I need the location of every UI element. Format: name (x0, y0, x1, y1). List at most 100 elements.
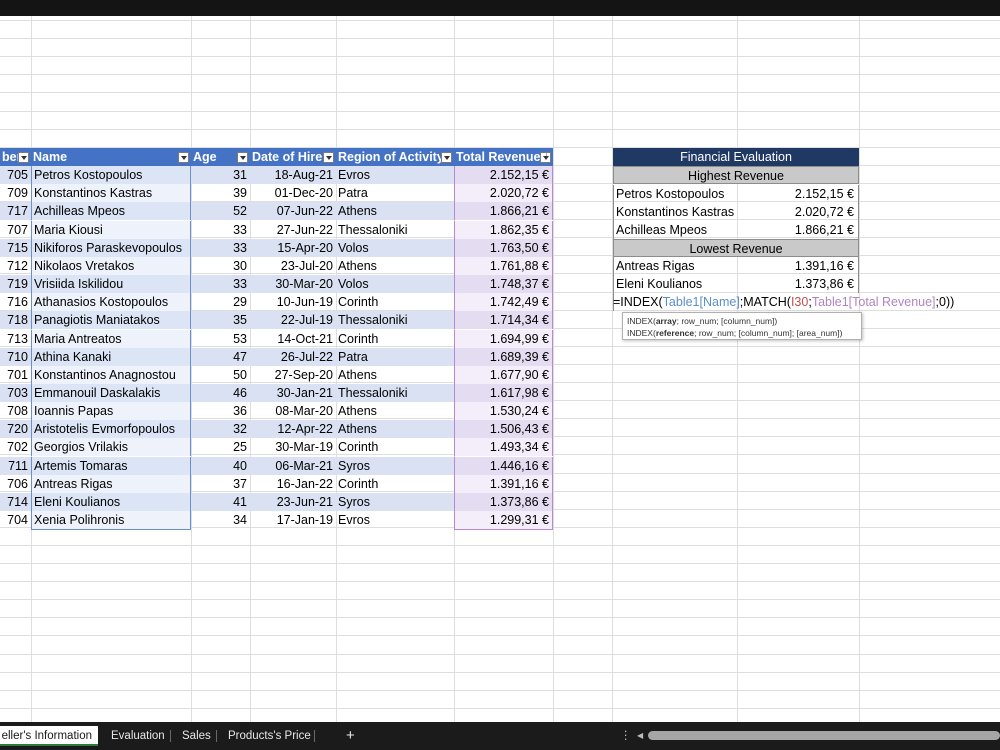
filter-dropdown-icon[interactable] (441, 152, 452, 163)
table-cell-col-number[interactable]: 702 (0, 438, 31, 456)
table-cell-col-date-of-hire[interactable]: 07-Jun-22 (250, 202, 336, 220)
table-cell-col-age[interactable]: 50 (191, 366, 250, 384)
table-cell-col-number[interactable]: 713 (0, 330, 31, 348)
table-cell-col-name[interactable]: Konstantinos Anagnostou (31, 366, 191, 384)
table-cell-col-total-revenue[interactable]: 1.506,43 € (454, 420, 553, 438)
table-cell-col-age[interactable]: 29 (191, 293, 250, 311)
table-cell-col-region[interactable]: Thessaloniki (336, 384, 454, 402)
table-cell-col-age[interactable]: 36 (191, 402, 250, 420)
table-cell-col-region[interactable]: Evros (336, 511, 454, 529)
table-cell-col-name[interactable]: Emmanouil Daskalakis (31, 384, 191, 402)
table-cell-col-total-revenue[interactable]: 1.689,39 € (454, 348, 553, 366)
table-cell-col-region[interactable]: Patra (336, 184, 454, 202)
table-cell-col-name[interactable]: Athanasios Kostopoulos (31, 293, 191, 311)
table-cell-col-total-revenue[interactable]: 1.862,35 € (454, 221, 553, 239)
table-cell-col-name[interactable]: Konstantinos Kastras (31, 184, 191, 202)
table-cell-col-number[interactable]: 705 (0, 166, 31, 184)
table-cell-col-region[interactable]: Athens (336, 402, 454, 420)
table-cell-col-region[interactable]: Thessaloniki (336, 221, 454, 239)
tooltip-line-reference[interactable]: INDEX(reference; row_num; [column_num]; … (627, 327, 857, 339)
table-cell-col-age[interactable]: 34 (191, 511, 250, 529)
tooltip-line-array[interactable]: INDEX(array; row_num; [column_num]) (627, 315, 857, 327)
table-cell-col-region[interactable]: Volos (336, 275, 454, 293)
evaluation-row[interactable]: Antreas Rigas 1.391,16 € (613, 257, 859, 275)
table-cell-col-name[interactable]: Georgios Vrilakis (31, 438, 191, 456)
table-cell-col-age[interactable]: 47 (191, 348, 250, 366)
table-cell-col-total-revenue[interactable]: 2.152,15 € (454, 166, 553, 184)
table-cell-col-number[interactable]: 704 (0, 511, 31, 529)
table-cell-col-region[interactable]: Corinth (336, 293, 454, 311)
tab-products-price[interactable]: Products's Price (228, 726, 311, 746)
table-cell-col-region[interactable]: Athens (336, 202, 454, 220)
table-cell-col-age[interactable]: 37 (191, 475, 250, 493)
horizontal-scrollbar[interactable] (648, 731, 1000, 740)
table-cell-col-age[interactable]: 52 (191, 202, 250, 220)
table-cell-col-age[interactable]: 40 (191, 457, 250, 475)
table-cell-col-age[interactable]: 32 (191, 420, 250, 438)
filter-dropdown-icon[interactable] (237, 152, 248, 163)
table-cell-col-name[interactable]: Vrisiida Iskilidou (31, 275, 191, 293)
filter-dropdown-icon[interactable] (18, 152, 29, 163)
table-cell-col-name[interactable]: Ioannis Papas (31, 402, 191, 420)
table-cell-col-region[interactable]: Corinth (336, 330, 454, 348)
table-cell-col-name[interactable]: Maria Kiousi (31, 221, 191, 239)
table-cell-col-date-of-hire[interactable]: 06-Mar-21 (250, 457, 336, 475)
table-cell-col-date-of-hire[interactable]: 17-Jan-19 (250, 511, 336, 529)
table-cell-col-region[interactable]: Syros (336, 493, 454, 511)
table-cell-col-total-revenue[interactable]: 1.761,88 € (454, 257, 553, 275)
table-cell-col-total-revenue[interactable]: 1.677,90 € (454, 366, 553, 384)
table-cell-col-name[interactable]: Panagiotis Maniatakos (31, 311, 191, 329)
table-cell-col-number[interactable]: 703 (0, 384, 31, 402)
table-cell-col-date-of-hire[interactable]: 27-Jun-22 (250, 221, 336, 239)
table-cell-col-number[interactable]: 717 (0, 202, 31, 220)
table-cell-col-total-revenue[interactable]: 1.748,37 € (454, 275, 553, 293)
table-cell-col-age[interactable]: 33 (191, 221, 250, 239)
table-cell-col-number[interactable]: 718 (0, 311, 31, 329)
filter-dropdown-icon[interactable] (178, 152, 189, 163)
table-cell-col-total-revenue[interactable]: 1.373,86 € (454, 493, 553, 511)
table-cell-col-date-of-hire[interactable]: 26-Jul-22 (250, 348, 336, 366)
table-cell-col-region[interactable]: Syros (336, 457, 454, 475)
table-cell-col-total-revenue[interactable]: 1.299,31 € (454, 511, 553, 529)
table-cell-col-number[interactable]: 715 (0, 239, 31, 257)
table-cell-col-number[interactable]: 719 (0, 275, 31, 293)
evaluation-row[interactable]: Petros Kostopoulos 2.152,15 € (613, 185, 859, 203)
table-cell-col-total-revenue[interactable]: 1.446,16 € (454, 457, 553, 475)
evaluation-row[interactable]: Eleni Koulianos 1.373,86 € (613, 275, 859, 293)
table-cell-col-number[interactable]: 711 (0, 457, 31, 475)
table-cell-col-total-revenue[interactable]: 1.530,24 € (454, 402, 553, 420)
table-cell-col-total-revenue[interactable]: 1.742,49 € (454, 293, 553, 311)
table-cell-col-date-of-hire[interactable]: 08-Mar-20 (250, 402, 336, 420)
add-sheet-button[interactable]: + (346, 726, 355, 746)
sort-dropdown-icon[interactable] (540, 150, 551, 163)
table-cell-col-total-revenue[interactable]: 1.493,34 € (454, 438, 553, 456)
table-cell-col-region[interactable]: Athens (336, 366, 454, 384)
table-cell-col-age[interactable]: 41 (191, 493, 250, 511)
table-cell-col-name[interactable]: Petros Kostopoulos (31, 166, 191, 184)
table-cell-col-region[interactable]: Volos (336, 239, 454, 257)
tab-sellers-information[interactable]: eller's Information (0, 726, 98, 746)
table-cell-col-region[interactable]: Athens (336, 420, 454, 438)
table-cell-col-age[interactable]: 31 (191, 166, 250, 184)
table-cell-col-total-revenue[interactable]: 1.694,99 € (454, 330, 553, 348)
table-cell-col-number[interactable]: 707 (0, 221, 31, 239)
table-cell-col-total-revenue[interactable]: 1.617,98 € (454, 384, 553, 402)
table-cell-col-name[interactable]: Nikolaos Vretakos (31, 257, 191, 275)
table-cell-col-age[interactable]: 53 (191, 330, 250, 348)
table-cell-col-date-of-hire[interactable]: 23-Jun-21 (250, 493, 336, 511)
scroll-left-icon[interactable]: ◀ (637, 726, 643, 746)
table-cell-col-name[interactable]: Athina Kanaki (31, 348, 191, 366)
table-cell-col-total-revenue[interactable]: 1.866,21 € (454, 202, 553, 220)
table-cell-col-age[interactable]: 39 (191, 184, 250, 202)
table-cell-col-name[interactable]: Antreas Rigas (31, 475, 191, 493)
table-cell-col-date-of-hire[interactable]: 23-Jul-20 (250, 257, 336, 275)
table-cell-col-date-of-hire[interactable]: 14-Oct-21 (250, 330, 336, 348)
table-cell-col-number[interactable]: 714 (0, 493, 31, 511)
table-cell-col-total-revenue[interactable]: 2.020,72 € (454, 184, 553, 202)
table-cell-col-name[interactable]: Eleni Koulianos (31, 493, 191, 511)
table-cell-col-age[interactable]: 46 (191, 384, 250, 402)
table-cell-col-date-of-hire[interactable]: 12-Apr-22 (250, 420, 336, 438)
table-cell-col-region[interactable]: Athens (336, 257, 454, 275)
table-cell-col-total-revenue[interactable]: 1.391,16 € (454, 475, 553, 493)
table-cell-col-number[interactable]: 701 (0, 366, 31, 384)
